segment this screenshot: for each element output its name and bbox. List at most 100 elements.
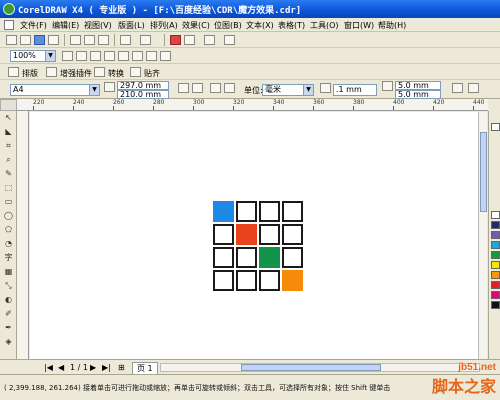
menu-text[interactable]: 文本(X): [246, 20, 274, 31]
first-page-icon[interactable]: |◀: [44, 363, 53, 372]
add-page-icon[interactable]: ⊞: [118, 363, 125, 372]
outline-tool-icon[interactable]: ✒: [3, 323, 14, 333]
ellipse-tool-icon[interactable]: ◯: [3, 211, 14, 221]
document-icon[interactable]: [4, 20, 14, 30]
zoom-page-icon[interactable]: [118, 51, 129, 61]
portrait-icon[interactable]: [178, 83, 189, 93]
chevron-down-icon[interactable]: ▼: [45, 51, 55, 61]
grid-square[interactable]: [282, 270, 303, 291]
all-pages-icon[interactable]: [210, 83, 221, 93]
grid-square[interactable]: [236, 247, 257, 268]
eyedropper-tool-icon[interactable]: ✐: [3, 309, 14, 319]
pick-tool-icon[interactable]: ↖: [3, 113, 14, 123]
color-swatch[interactable]: [491, 261, 500, 269]
zoom-out-icon[interactable]: [76, 51, 87, 61]
grid-square[interactable]: [236, 201, 257, 222]
menu-help[interactable]: 帮助(H): [378, 20, 406, 31]
duplicate-y-field[interactable]: 5.0 mm: [395, 90, 441, 99]
zoom-height-icon[interactable]: [146, 51, 157, 61]
grid-square[interactable]: [213, 247, 234, 268]
convert-plugin-icon[interactable]: [94, 67, 105, 77]
zoom-tool-icon[interactable]: ⌕: [3, 155, 14, 165]
chevron-down-icon[interactable]: ▼: [89, 85, 99, 95]
copy-icon[interactable]: [84, 35, 95, 45]
redo-icon[interactable]: [140, 35, 151, 45]
chevron-down-icon[interactable]: ▼: [303, 85, 313, 95]
color-swatch[interactable]: [491, 231, 500, 239]
plugin-layout-label[interactable]: 排版: [22, 68, 38, 79]
snap-plugin-icon[interactable]: [130, 67, 141, 77]
color-swatch[interactable]: [491, 251, 500, 259]
vertical-scrollbar[interactable]: [478, 112, 487, 359]
layout-plugin-icon[interactable]: [8, 67, 19, 77]
next-page-icon[interactable]: ▶: [90, 363, 96, 372]
fill-tool-icon[interactable]: ◈: [3, 337, 14, 347]
page-height-field[interactable]: 210.0 mm: [117, 90, 169, 99]
plugin-snap-label[interactable]: 贴齐: [144, 68, 160, 79]
vertical-scroll-thumb[interactable]: [480, 132, 487, 212]
grid-square[interactable]: [259, 201, 280, 222]
basic-shapes-tool-icon[interactable]: ◔: [3, 239, 14, 249]
menu-table[interactable]: 表格(T): [278, 20, 305, 31]
blend-tool-icon[interactable]: ◐: [3, 295, 14, 305]
enhance-plugin-icon[interactable]: [46, 67, 57, 77]
current-page-icon[interactable]: [224, 83, 235, 93]
plugin-convert-label[interactable]: 转换: [108, 68, 124, 79]
menu-view[interactable]: 视图(V): [84, 20, 112, 31]
page-size-select[interactable]: A4 ▼: [10, 84, 100, 96]
menu-bitmaps[interactable]: 位图(B): [214, 20, 242, 31]
undo-icon[interactable]: [120, 35, 131, 45]
zoom-width-icon[interactable]: [132, 51, 143, 61]
polygon-tool-icon[interactable]: ⬠: [3, 225, 14, 235]
plugin-enhance-label[interactable]: 增强插件: [60, 68, 92, 79]
new-icon[interactable]: [6, 35, 17, 45]
nudge-field[interactable]: .1 mm: [333, 84, 377, 96]
zoom-all-icon[interactable]: [104, 51, 115, 61]
pan-icon[interactable]: [160, 51, 171, 61]
coreldraw-app-icon[interactable]: [3, 3, 15, 15]
menu-edit[interactable]: 编辑(E): [52, 20, 79, 31]
menu-file[interactable]: 文件(F): [20, 20, 47, 31]
grid-square[interactable]: [236, 270, 257, 291]
grid-square[interactable]: [282, 201, 303, 222]
landscape-icon[interactable]: [192, 83, 203, 93]
color-swatch[interactable]: [491, 221, 500, 229]
text-tool-icon[interactable]: 字: [3, 253, 14, 263]
cut-icon[interactable]: [70, 35, 81, 45]
horizontal-scroll-thumb[interactable]: [241, 364, 381, 371]
menu-layout[interactable]: 版面(L): [118, 20, 145, 31]
grid-square[interactable]: [236, 224, 257, 245]
grid-square[interactable]: [213, 224, 234, 245]
color-swatch[interactable]: [491, 301, 500, 309]
last-page-icon[interactable]: ▶|: [102, 363, 111, 372]
application-launcher-icon[interactable]: [204, 35, 215, 45]
grid-square[interactable]: [259, 224, 280, 245]
menu-window[interactable]: 窗口(W): [344, 20, 374, 31]
prev-page-icon[interactable]: ◀: [58, 363, 64, 372]
vertical-ruler[interactable]: [17, 111, 29, 359]
menu-arrange[interactable]: 排列(A): [150, 20, 178, 31]
save-icon[interactable]: [34, 35, 45, 45]
duplicate-x-field[interactable]: 5.0 mm: [395, 81, 441, 90]
grid-square[interactable]: [282, 224, 303, 245]
grid-square[interactable]: [259, 270, 280, 291]
shape-tool-icon[interactable]: ◣: [3, 127, 14, 137]
welcome-screen-icon[interactable]: [224, 35, 235, 45]
table-tool-icon[interactable]: ▦: [3, 267, 14, 277]
color-swatch[interactable]: [491, 241, 500, 249]
export-icon[interactable]: [184, 35, 195, 45]
paste-icon[interactable]: [98, 35, 109, 45]
menu-tools[interactable]: 工具(O): [310, 20, 339, 31]
drawing-canvas[interactable]: [30, 112, 478, 359]
zoom-in-icon[interactable]: [62, 51, 73, 61]
zoom-selected-icon[interactable]: [90, 51, 101, 61]
grid-square[interactable]: [259, 247, 280, 268]
import-icon[interactable]: [170, 35, 181, 45]
color-swatch[interactable]: [491, 291, 500, 299]
unit-select[interactable]: 毫米 ▼: [262, 84, 314, 96]
color-swatch[interactable]: [491, 281, 500, 289]
ruler-origin[interactable]: [0, 99, 17, 111]
grid-square[interactable]: [282, 247, 303, 268]
color-swatch[interactable]: [491, 271, 500, 279]
rectangle-tool-icon[interactable]: ▭: [3, 197, 14, 207]
